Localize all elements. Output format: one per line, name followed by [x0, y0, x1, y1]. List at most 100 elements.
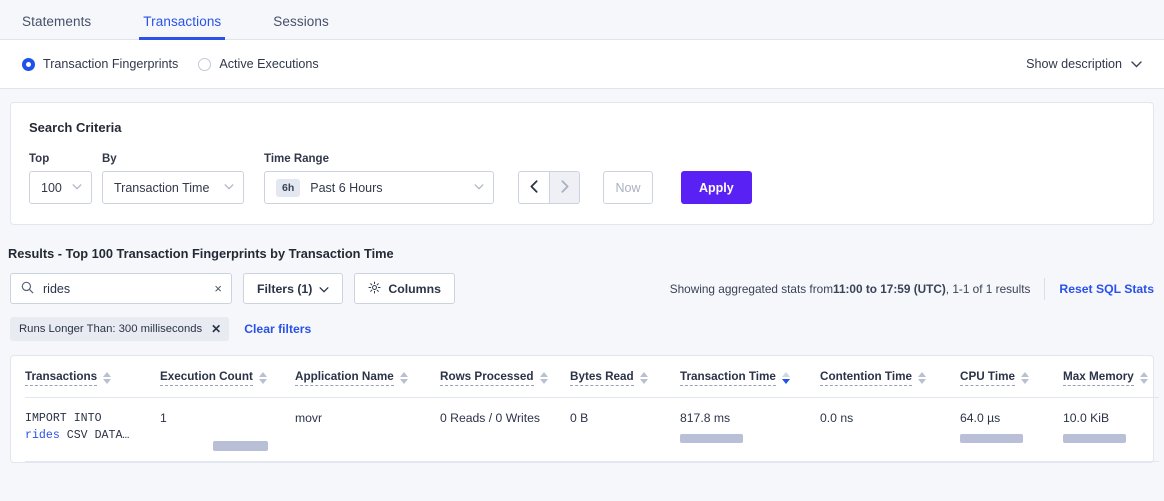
filters-button-label: Filters (1)	[257, 282, 312, 296]
view-toggle-bar: Transaction Fingerprints Active Executio…	[0, 40, 1164, 89]
next-time-range-button[interactable]	[549, 171, 580, 204]
time-range-field-label: Time Range	[264, 153, 494, 165]
sql-line-1: IMPORT INTO	[25, 412, 102, 425]
divider	[1044, 278, 1045, 300]
chevron-down-icon	[224, 183, 234, 193]
sort-icon[interactable]	[1021, 372, 1029, 384]
now-button[interactable]: Now	[603, 171, 653, 204]
column-header-cpu-time[interactable]: CPU Time	[960, 356, 1063, 398]
top-field-label: Top	[29, 153, 92, 165]
filter-chip-label: Runs Longer Than: 300 milliseconds	[19, 323, 202, 335]
stats-time-range: 11:00 to 17:59 (UTC)	[833, 282, 946, 296]
contention-time-value: 0.0 ns	[820, 411, 853, 425]
column-header-transaction-time[interactable]: Transaction Time	[680, 356, 820, 398]
tab-sessions[interactable]: Sessions	[273, 14, 329, 39]
sql-line-2-rest: CSV DATA…	[60, 429, 130, 442]
clear-search-icon[interactable]: ×	[214, 282, 222, 295]
transaction-time-bar-wrap	[680, 434, 820, 443]
cpu-time-bar-wrap	[960, 434, 1063, 443]
show-description-label: Show description	[1026, 57, 1122, 71]
close-icon[interactable]: ✕	[211, 322, 221, 336]
max-memory-value: 10.0 KiB	[1063, 411, 1109, 425]
filters-button[interactable]: Filters (1)	[243, 273, 343, 304]
sort-icon[interactable]	[918, 372, 926, 384]
previous-time-range-button[interactable]	[518, 171, 549, 204]
column-header-execution-count[interactable]: Execution Count	[160, 356, 295, 398]
tab-bar: Statements Transactions Sessions	[0, 0, 1164, 40]
column-header-rows-processed-label: Rows Processed	[440, 370, 534, 386]
time-nav-group	[518, 171, 580, 204]
cell-rows-processed: 0 Reads / 0 Writes	[440, 398, 570, 462]
search-input[interactable]: rides ×	[10, 273, 232, 304]
search-icon	[21, 281, 34, 296]
column-header-contention-time[interactable]: Contention Time	[820, 356, 960, 398]
sort-icon[interactable]	[259, 372, 267, 384]
column-header-max-memory[interactable]: Max Memory	[1063, 356, 1159, 398]
chevron-down-icon	[474, 183, 484, 193]
chevron-down-icon	[319, 282, 329, 296]
tab-transactions-label: Transactions	[143, 14, 221, 29]
by-field-label: By	[102, 153, 244, 165]
cell-cpu-time: 64.0 µs	[960, 398, 1063, 462]
sort-icon[interactable]	[540, 372, 548, 384]
radio-transaction-fingerprints-label: Transaction Fingerprints	[43, 57, 178, 71]
results-toolbar: rides × Filters (1) Columns Showing aggr…	[10, 273, 1154, 304]
column-header-application-name-label: Application Name	[295, 370, 394, 386]
results-stats: Showing aggregated stats from 11:00 to 1…	[670, 282, 1031, 296]
sort-icon[interactable]	[640, 372, 648, 384]
rows-processed-value: 0 Reads / 0 Writes	[440, 411, 540, 425]
search-criteria-card: Search Criteria Top 100 By Transaction T…	[10, 102, 1154, 225]
sort-icon[interactable]	[1140, 372, 1148, 384]
radio-transaction-fingerprints[interactable]: Transaction Fingerprints	[22, 57, 178, 71]
active-filters-row: Runs Longer Than: 300 milliseconds ✕ Cle…	[10, 317, 1154, 341]
column-header-rows-processed[interactable]: Rows Processed	[440, 356, 570, 398]
chevron-right-icon	[561, 180, 569, 196]
cell-transaction-time: 817.8 ms	[680, 398, 820, 462]
apply-button[interactable]: Apply	[681, 171, 752, 204]
top-select[interactable]: 100	[29, 171, 92, 204]
clear-filters-link[interactable]: Clear filters	[244, 322, 311, 336]
max-memory-bar-wrap	[1063, 434, 1159, 443]
column-header-transactions[interactable]: Transactions	[25, 356, 160, 398]
by-select[interactable]: Transaction Time	[102, 171, 244, 204]
table-header-row: Transactions Execution Count Application…	[25, 356, 1159, 398]
search-criteria-title: Search Criteria	[29, 120, 1135, 135]
tab-transactions[interactable]: Transactions	[143, 14, 221, 39]
cell-bytes-read: 0 B	[570, 398, 680, 462]
apply-button-label: Apply	[699, 181, 734, 195]
column-header-bytes-read[interactable]: Bytes Read	[570, 356, 680, 398]
cpu-time-value: 64.0 µs	[960, 411, 1000, 425]
transaction-time-value: 817.8 ms	[680, 411, 730, 425]
cell-application-name: movr	[295, 398, 440, 462]
results-table-card: Transactions Execution Count Application…	[10, 355, 1154, 463]
filter-chip-runs-longer-than[interactable]: Runs Longer Than: 300 milliseconds ✕	[10, 317, 229, 341]
show-description-toggle[interactable]: Show description	[1026, 57, 1142, 71]
time-range-field-group: Time Range 6h Past 6 Hours	[254, 153, 494, 204]
table-row[interactable]: IMPORT INTO rides CSV DATA… 1 movr 0 Rea…	[25, 398, 1159, 462]
tab-statements[interactable]: Statements	[22, 14, 91, 39]
time-range-select[interactable]: 6h Past 6 Hours	[264, 171, 494, 204]
transaction-sql-text[interactable]: IMPORT INTO rides CSV DATA…	[25, 411, 160, 445]
table-body: IMPORT INTO rides CSV DATA… 1 movr 0 Rea…	[25, 398, 1159, 462]
time-range-badge: 6h	[276, 179, 300, 197]
columns-button[interactable]: Columns	[354, 273, 455, 304]
chevron-down-icon	[1131, 57, 1142, 71]
column-header-application-name[interactable]: Application Name	[295, 356, 440, 398]
tab-statements-label: Statements	[22, 14, 91, 29]
radio-selected-icon	[22, 58, 35, 71]
column-header-max-memory-label: Max Memory	[1063, 370, 1134, 386]
reset-sql-stats-link[interactable]: Reset SQL Stats	[1059, 282, 1154, 296]
sort-icon-active[interactable]	[782, 372, 790, 384]
sort-icon[interactable]	[103, 372, 111, 384]
cell-transaction-sql[interactable]: IMPORT INTO rides CSV DATA…	[25, 398, 160, 462]
by-select-value: Transaction Time	[114, 181, 214, 195]
cell-contention-time: 0.0 ns	[820, 398, 960, 462]
by-field-group: By Transaction Time	[102, 153, 244, 204]
radio-active-executions[interactable]: Active Executions	[198, 57, 318, 71]
tab-sessions-label: Sessions	[273, 14, 329, 29]
bytes-read-value: 0 B	[570, 411, 588, 425]
sort-icon[interactable]	[400, 372, 408, 384]
cell-execution-count: 1	[160, 398, 295, 462]
application-name-value: movr	[295, 411, 322, 425]
search-criteria-fields: Top 100 By Transaction Time Time Range 6…	[29, 153, 1135, 204]
